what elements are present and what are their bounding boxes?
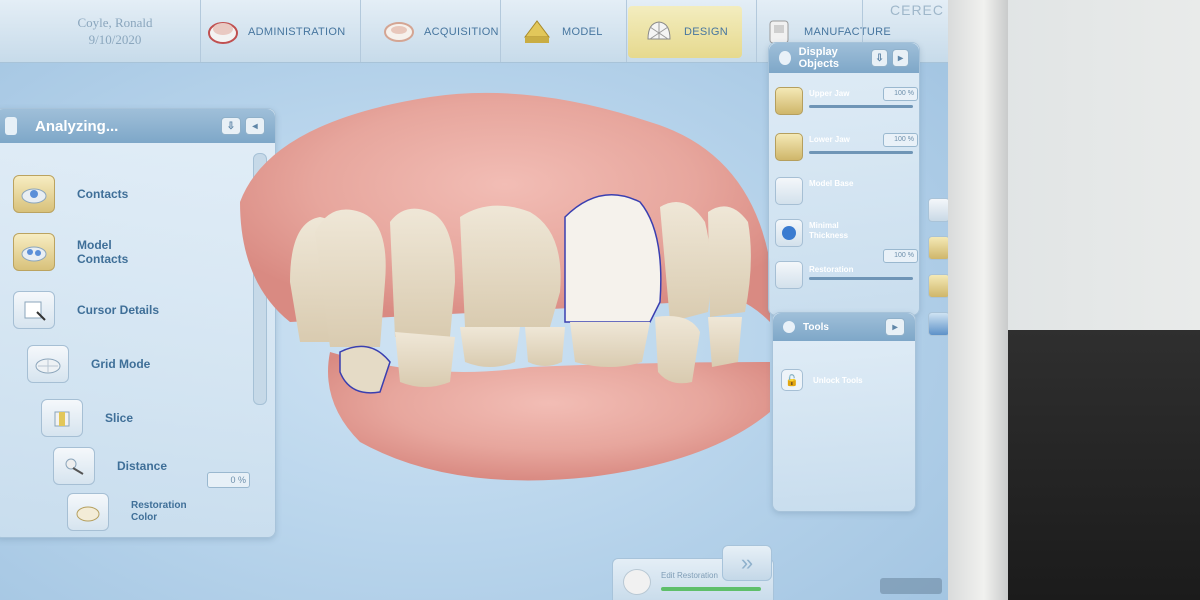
display-label: Minimal Thickness [809,221,849,240]
next-step-button[interactable]: » [722,545,772,581]
opacity-value[interactable]: 100 % [883,249,918,263]
model-base-icon [775,177,803,205]
tools-panel: Tools ▸ 🔓 Unlock Tools [772,312,916,512]
patient-date: 9/10/2020 [88,32,142,47]
tool-label: Contacts [77,187,129,201]
divider [626,0,627,62]
slice-icon [41,399,83,437]
pin-icon[interactable]: ⇩ [871,49,889,67]
patient-name: Coyle, Ronald [77,15,153,30]
opacity-value[interactable]: 100 % [883,87,918,101]
divider [200,0,201,62]
menu-icon[interactable] [5,117,17,135]
tool-label: Model Contacts [77,238,129,266]
tools-icon [783,321,795,333]
cursor-details-icon [13,291,55,329]
step-acquisition[interactable]: ACQUISITION [382,6,499,58]
dental-3d-model[interactable] [230,82,780,482]
step-label: MODEL [562,26,603,38]
panel-title: Tools [803,321,829,333]
minimal-thickness-icon [775,219,803,247]
grid-mode-icon [27,345,69,383]
tool-distance[interactable]: Distance [53,447,167,485]
opacity-slider[interactable] [809,277,913,280]
restoration-color-icon [67,493,109,531]
display-label: Upper Jaw [809,89,850,98]
unlock-icon: 🔓 [781,369,803,391]
display-objects-panel: Display Objects ⇩ ▸ Upper Jaw 100 % Lowe… [768,42,920,316]
administration-icon [206,17,240,47]
model-icon [520,17,554,47]
panel-header: Tools ▸ [773,313,915,341]
step-design[interactable]: DESIGN [628,6,742,58]
tool-label: Restoration Color [131,500,187,523]
design-icon [642,17,676,47]
tool-label: Distance [117,459,168,473]
double-chevron-right-icon: » [740,550,754,575]
cerec-logo: CEREC [890,2,945,18]
opacity-value[interactable]: 100 % [883,133,918,147]
restoration-icon [775,261,803,289]
occlusion-icon[interactable] [928,274,950,298]
step-model[interactable]: MODEL [520,6,603,58]
collapse-icon[interactable]: ▸ [892,49,909,67]
room-floor [985,330,1200,600]
edit-restoration-icon [623,569,651,595]
tool-model-contacts[interactable]: Model Contacts [13,233,128,271]
panel-header: Display Objects ⇩ ▸ [769,43,919,73]
step-label: DESIGN [684,26,728,38]
jaw-scan-render [240,92,770,481]
tool-label: Grid Mode [91,357,151,371]
step-administration[interactable]: ADMINISTRATION [206,6,346,58]
step-label: MANUFACTURE [804,26,892,38]
tool-label: Cursor Details [77,303,160,317]
display-label: Model Base [809,179,854,188]
tool-unlock[interactable]: 🔓 Unlock Tools [781,369,863,391]
panel-title: Analyzing... [35,117,119,135]
divider [360,0,361,62]
edit-restoration-label: Edit Restoration [661,571,718,580]
buccal-icon[interactable] [928,312,950,336]
side-toolbar [928,198,950,350]
acquisition-icon [382,17,416,47]
contacts-icon [13,175,55,213]
monitor-bezel [948,0,1008,600]
divider [756,0,757,62]
lower-jaw-icon [775,133,803,161]
display-label: Lower Jaw [809,135,850,144]
tool-cursor-details[interactable]: Cursor Details [13,291,159,329]
tool-grid-mode[interactable]: Grid Mode [27,345,150,383]
tool-label: Unlock Tools [813,375,863,385]
patient-info[interactable]: Coyle, Ronald 9/10/2020 [30,14,200,48]
progress-bar [661,587,761,591]
tool-contacts[interactable]: Contacts [13,175,128,213]
divider [500,0,501,62]
cerec-screen: Coyle, Ronald 9/10/2020 ADMINISTRATION A… [0,0,952,600]
collapse-icon[interactable]: ▸ [885,318,905,336]
tool-label: Slice [105,411,134,425]
upper-jaw-icon [775,87,803,115]
rotate-icon[interactable] [928,236,950,260]
status-indicator [880,578,942,594]
tool-slice[interactable]: Slice [41,399,133,437]
step-label: ADMINISTRATION [248,26,346,38]
step-label: ACQUISITION [424,26,499,38]
opacity-slider[interactable] [809,151,913,154]
view-icon[interactable] [928,198,950,222]
opacity-slider[interactable] [809,105,913,108]
display-label: Restoration [809,265,854,274]
model-contacts-icon [13,233,55,271]
tool-restoration-color[interactable]: Restoration Color [67,493,187,531]
display-icon [779,51,791,65]
distance-icon [53,447,95,485]
panel-title: Display Objects [798,46,839,70]
